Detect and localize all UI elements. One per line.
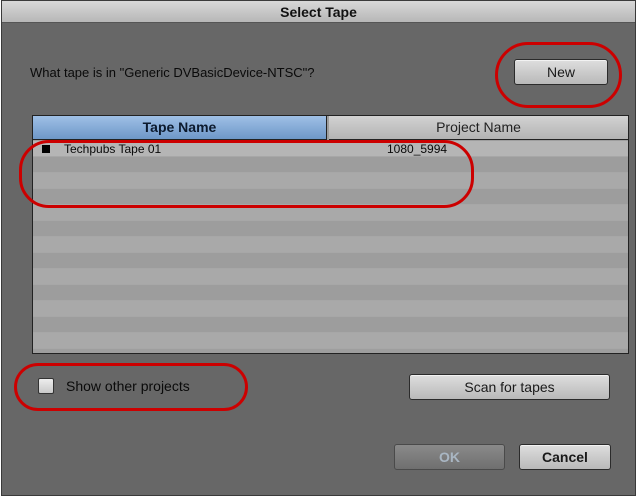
empty-row	[33, 317, 628, 333]
new-tape-button[interactable]: New	[514, 59, 608, 85]
tape-bullet-icon	[42, 145, 50, 153]
empty-row	[33, 189, 628, 205]
dialog-title: Select Tape	[2, 1, 635, 23]
cancel-button[interactable]: Cancel	[519, 444, 611, 470]
tape-question: What tape is in "Generic DVBasicDevice-N…	[30, 65, 315, 80]
table-rows: Techpubs Tape 01 1080_5994	[33, 141, 628, 349]
select-tape-dialog: Select Tape What tape is in "Generic DVB…	[1, 0, 636, 496]
ok-button[interactable]: OK	[394, 444, 505, 470]
empty-row	[33, 237, 628, 253]
empty-row	[33, 301, 628, 317]
empty-row	[33, 221, 628, 237]
empty-row	[33, 333, 628, 349]
project-name-cell: 1080_5994	[387, 142, 448, 156]
tape-name-cell: Techpubs Tape 01	[64, 142, 162, 156]
show-other-projects-checkbox[interactable]	[38, 378, 54, 394]
empty-row	[33, 285, 628, 301]
column-header-project-name[interactable]: Project Name	[329, 116, 628, 140]
scan-for-tapes-button[interactable]: Scan for tapes	[409, 374, 610, 400]
empty-row	[33, 157, 628, 173]
empty-row	[33, 205, 628, 221]
show-other-projects-label: Show other projects	[66, 378, 190, 394]
empty-row	[33, 173, 628, 189]
table-row[interactable]: Techpubs Tape 01 1080_5994	[33, 141, 628, 157]
empty-row	[33, 269, 628, 285]
tape-table: Tape Name Project Name Techpubs Tape 01 …	[32, 115, 629, 354]
empty-row	[33, 253, 628, 269]
column-header-tape-name[interactable]: Tape Name	[33, 116, 327, 140]
